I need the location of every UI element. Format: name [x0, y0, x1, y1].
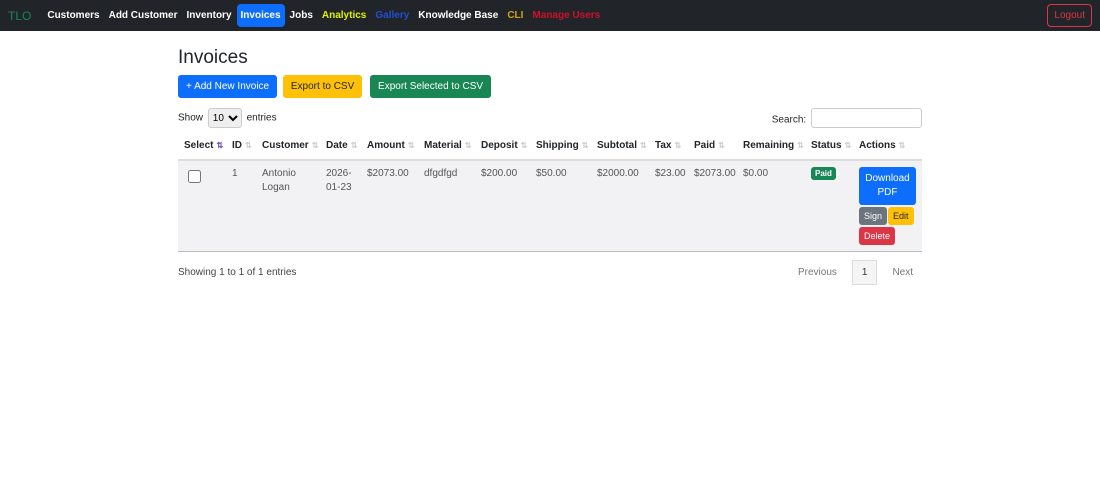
pagination: Previous 1 Next	[789, 260, 922, 285]
search-label: Search:	[771, 114, 807, 126]
sort-icon[interactable]: ⇅	[216, 141, 223, 150]
column-header-material[interactable]: Material ⇅	[418, 132, 475, 161]
column-header-label: Material	[424, 140, 462, 151]
cell-material: dfgdfgd	[418, 160, 475, 252]
column-header-subtotal[interactable]: Subtotal ⇅	[591, 132, 649, 161]
column-header-label: Amount	[367, 140, 405, 151]
add-invoice-button[interactable]: + Add New Invoice	[178, 75, 278, 98]
sign-button[interactable]: Sign	[859, 207, 888, 225]
sort-icon[interactable]: ⇅	[640, 141, 647, 150]
sort-icon[interactable]: ⇅	[245, 141, 252, 150]
navbar: TLO Customers Add Customer Inventory Invoic…	[0, 0, 1100, 31]
column-header-label: Tax	[655, 140, 672, 151]
row-select-checkbox[interactable]	[188, 170, 201, 183]
nav-jobs[interactable]: Jobs	[286, 4, 317, 27]
nav-add-customer[interactable]: Add Customer	[105, 4, 182, 27]
column-header-remaining[interactable]: Remaining ⇅	[737, 132, 805, 161]
nav-customers[interactable]: Customers	[43, 4, 103, 27]
delete-button[interactable]: Delete	[859, 227, 896, 245]
sort-icon[interactable]: ⇅	[845, 141, 852, 150]
column-header-tax[interactable]: Tax ⇅	[649, 132, 688, 161]
column-header-label: Paid	[694, 140, 716, 151]
cell-id: 1	[226, 160, 256, 252]
page-1-button[interactable]: 1	[851, 260, 878, 285]
cell-actions: Download PDF Sign Edit Delete	[853, 160, 922, 252]
column-header-label: Select	[184, 140, 214, 151]
column-header-label: Subtotal	[597, 140, 637, 151]
search-input[interactable]	[811, 108, 922, 128]
sort-icon[interactable]: ⇅	[797, 141, 804, 150]
nav-gallery[interactable]: Gallery	[371, 4, 413, 27]
next-page-button[interactable]: Next	[883, 261, 922, 284]
page-length-select[interactable]: 10	[207, 108, 242, 128]
sort-icon[interactable]: ⇅	[675, 141, 682, 150]
column-header-amount[interactable]: Amount ⇅	[361, 132, 418, 161]
entries-label: entries	[246, 112, 277, 124]
column-header-date[interactable]: Date ⇅	[320, 132, 361, 161]
cell-amount: $2073.00	[361, 160, 418, 252]
logout-button[interactable]: Logout	[1047, 4, 1092, 27]
nav-cli[interactable]: CLI	[503, 4, 527, 27]
cell-date: 2026-01-23	[320, 160, 361, 252]
export-csv-button[interactable]: Export to CSV	[282, 75, 363, 98]
previous-page-button[interactable]: Previous	[789, 261, 846, 284]
sort-icon[interactable]: ⇅	[408, 141, 415, 150]
nav-knowledge-base[interactable]: Knowledge Base	[414, 4, 502, 27]
sort-icon[interactable]: ⇅	[465, 141, 472, 150]
sort-icon[interactable]: ⇅	[312, 141, 319, 150]
sort-icon[interactable]: ⇅	[351, 141, 358, 150]
column-header-label: Status	[811, 140, 842, 151]
sort-icon[interactable]: ⇅	[718, 141, 725, 150]
nav-analytics[interactable]: Analytics	[318, 4, 370, 27]
page-title: Invoices	[178, 47, 248, 68]
column-header-status[interactable]: Status ⇅	[805, 132, 853, 161]
column-header-actions[interactable]: Actions ⇅	[853, 132, 922, 161]
column-header-paid[interactable]: Paid ⇅	[688, 132, 737, 161]
column-header-select[interactable]: Select ⇅	[178, 132, 226, 161]
sort-icon[interactable]: ⇅	[521, 141, 528, 150]
status-badge: Paid	[811, 167, 836, 180]
nav-manage-users[interactable]: Manage Users	[528, 4, 604, 27]
cell-customer: Antonio Logan	[256, 160, 320, 252]
column-header-label: Deposit	[481, 140, 518, 151]
download-pdf-button[interactable]: Download PDF	[859, 167, 916, 205]
table-info: Showing 1 to 1 of 1 entries	[178, 267, 297, 278]
main-content: Invoices + Add New Invoice Export to CSV…	[178, 31, 922, 285]
show-label: Show	[178, 112, 204, 124]
table-row: 1 Antonio Logan 2026-01-23 $2073.00 dfgd…	[178, 160, 922, 252]
brand-logo[interactable]: TLO	[8, 9, 31, 23]
nav-invoices[interactable]: Invoices	[236, 4, 285, 27]
invoices-table: Select ⇅ ID ⇅ Customer ⇅ Date ⇅ Amount ⇅ Material ⇅…	[178, 132, 922, 252]
column-header-label: Customer	[262, 140, 309, 151]
column-header-shipping[interactable]: Shipping ⇅	[530, 132, 591, 161]
toolbar: + Add New Invoice Export to CSV Export S…	[178, 75, 922, 98]
cell-subtotal: $2000.00	[591, 160, 649, 252]
nav-inventory[interactable]: Inventory	[183, 4, 236, 27]
cell-remaining: $0.00	[737, 160, 805, 252]
column-header-label: Remaining	[743, 140, 795, 151]
column-header-deposit[interactable]: Deposit ⇅	[475, 132, 530, 161]
cell-deposit: $200.00	[475, 160, 530, 252]
cell-status: Paid	[805, 160, 853, 252]
export-selected-csv-button[interactable]: Export Selected to CSV	[370, 75, 492, 98]
column-header-label: Shipping	[536, 140, 579, 151]
column-header-id[interactable]: ID ⇅	[226, 132, 256, 161]
sort-icon[interactable]: ⇅	[582, 141, 589, 150]
column-header-label: Date	[326, 140, 348, 151]
sort-icon[interactable]: ⇅	[899, 141, 906, 150]
cell-paid: $2073.00	[688, 160, 737, 252]
search-control: Search:	[772, 108, 922, 128]
column-header-label: Actions	[859, 140, 896, 151]
column-header-customer[interactable]: Customer ⇅	[256, 132, 320, 161]
edit-button[interactable]: Edit	[888, 207, 914, 225]
page-length-control: Show 10 entries	[178, 108, 277, 128]
cell-tax: $23.00	[649, 160, 688, 252]
column-header-label: ID	[232, 140, 242, 151]
cell-shipping: $50.00	[530, 160, 591, 252]
